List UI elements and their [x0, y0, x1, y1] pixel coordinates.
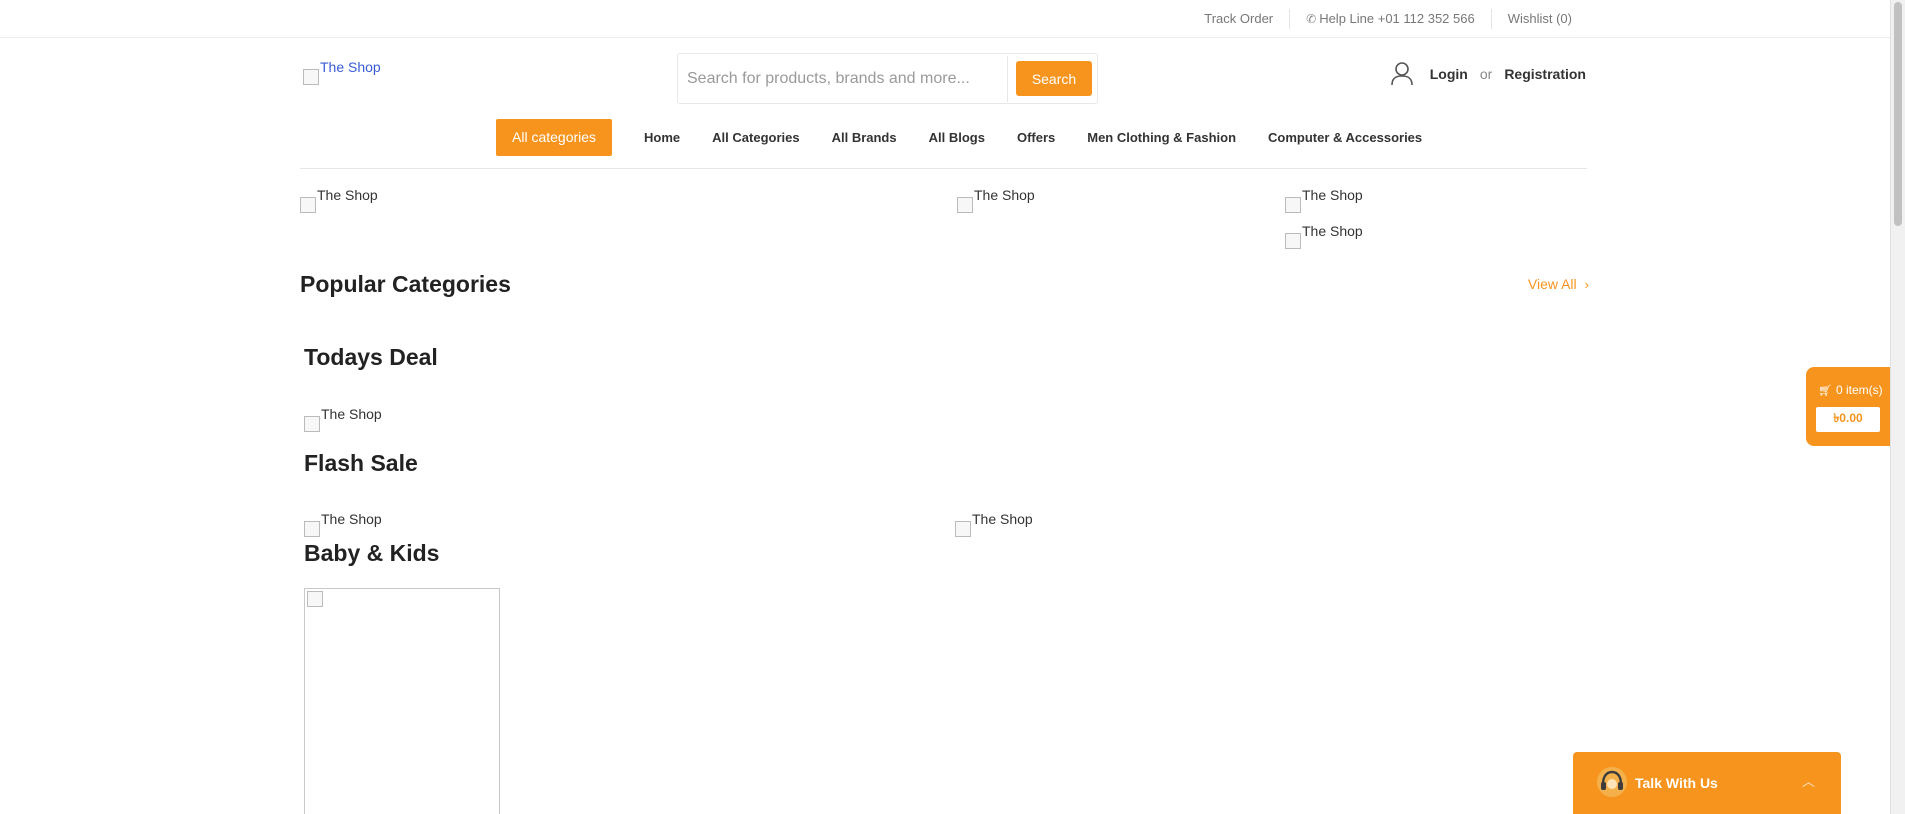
banner-image[interactable]: The Shop [300, 188, 378, 213]
product-image-box[interactable] [304, 588, 500, 814]
banner-image[interactable]: The Shop [1285, 224, 1363, 249]
chevron-right-icon: › [1584, 276, 1589, 292]
auth-links: Login or Registration [1390, 62, 1586, 86]
broken-image-icon [304, 416, 320, 432]
search-button[interactable]: Search [1016, 61, 1092, 96]
chevron-up-icon[interactable]: ︿ [1802, 771, 1815, 790]
banner-alt-text: The Shop [321, 511, 382, 527]
wishlist-link[interactable]: Wishlist (0) [1490, 8, 1588, 29]
main-nav: All categories Home All Categories All B… [496, 118, 1438, 156]
banner-alt-text: The Shop [1302, 187, 1363, 203]
broken-image-icon [957, 197, 973, 213]
flash-sale-title: Flash Sale [304, 450, 418, 476]
banner-alt-text: The Shop [974, 187, 1035, 203]
registration-link[interactable]: Registration [1504, 66, 1586, 82]
broken-image-icon [307, 591, 323, 607]
track-order-label: Track Order [1204, 11, 1274, 26]
broken-image-icon [300, 197, 316, 213]
nav-divider [300, 168, 1587, 169]
scrollbar-thumb[interactable] [1894, 2, 1902, 226]
wishlist-label: Wishlist (0) [1507, 11, 1572, 26]
cart-items-count: 0 item(s) [1835, 383, 1883, 397]
broken-image-icon [955, 521, 971, 537]
banner-alt-text: The Shop [317, 187, 378, 203]
phone-icon: ✆ [1306, 11, 1317, 26]
banner-alt-text: The Shop [972, 511, 1033, 527]
help-line-label: Help Line +01 112 352 566 [1319, 11, 1475, 26]
nav-item-all-brands[interactable]: All Brands [816, 130, 913, 145]
user-icon [1390, 62, 1413, 86]
search-input[interactable] [678, 55, 1008, 102]
nav-item-men-clothing[interactable]: Men Clothing & Fashion [1071, 130, 1252, 145]
banner-alt-text: The Shop [1302, 223, 1363, 239]
site-logo[interactable]: The Shop [303, 60, 381, 85]
help-line-link[interactable]: ✆ Help Line +01 112 352 566 [1289, 8, 1491, 29]
view-all-link[interactable]: View All › [1528, 276, 1589, 292]
banner-image[interactable]: The Shop [957, 188, 1035, 213]
logo-alt-text: The Shop [320, 59, 381, 75]
nav-item-offers[interactable]: Offers [1001, 130, 1071, 145]
top-bar-links: Track Order ✆ Help Line +01 112 352 566 W… [1188, 0, 1588, 37]
top-bar: Track Order ✆ Help Line +01 112 352 566 W… [0, 0, 1890, 38]
floating-cart[interactable]: 🛒︎ 0 item(s) ৳0.00 [1806, 367, 1890, 446]
nav-item-all-categories[interactable]: All Categories [696, 130, 815, 145]
todays-deal-banner[interactable]: The Shop [304, 407, 382, 432]
all-categories-button[interactable]: All categories [496, 118, 613, 156]
search-bar: Search [677, 53, 1098, 104]
or-separator: or [1479, 66, 1493, 82]
popular-categories-title: Popular Categories [300, 271, 511, 297]
baby-kids-title: Baby & Kids [304, 540, 440, 566]
broken-image-icon [1285, 197, 1301, 213]
nav-item-home[interactable]: Home [628, 130, 696, 145]
page-scrollbar[interactable] [1890, 0, 1905, 814]
headset-icon [1597, 767, 1627, 797]
todays-deal-title: Todays Deal [304, 344, 438, 370]
talk-with-us-widget[interactable]: Talk With Us ︿ [1573, 752, 1841, 814]
flash-sale-banner[interactable]: The Shop [304, 512, 382, 537]
broken-image-icon [1285, 233, 1301, 249]
track-order-link[interactable]: Track Order [1188, 9, 1289, 29]
banner-image[interactable]: The Shop [1285, 188, 1363, 213]
flash-sale-banner[interactable]: The Shop [955, 512, 1033, 537]
view-all-label: View All [1527, 276, 1577, 292]
nav-item-all-blogs[interactable]: All Blogs [913, 130, 1001, 145]
nav-item-computer-accessories[interactable]: Computer & Accessories [1252, 130, 1438, 145]
login-link[interactable]: Login [1430, 66, 1468, 82]
banner-alt-text: The Shop [321, 406, 382, 422]
broken-image-icon [304, 521, 320, 537]
talk-with-us-label: Talk With Us [1635, 775, 1718, 791]
cart-icon: 🛒︎ [1818, 384, 1832, 397]
broken-image-icon [303, 69, 319, 85]
cart-amount: ৳0.00 [1816, 407, 1880, 432]
